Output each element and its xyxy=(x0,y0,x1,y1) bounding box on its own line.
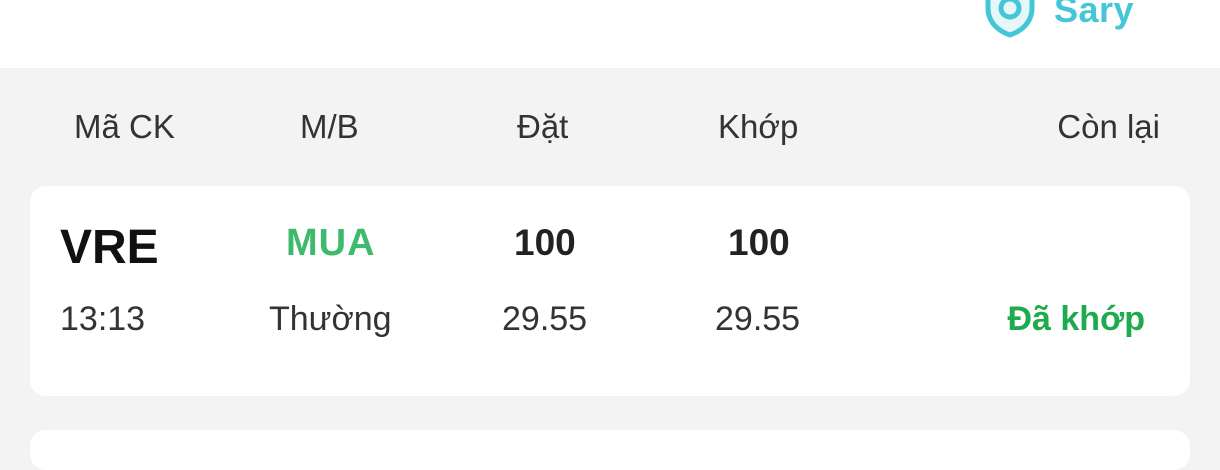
column-header-side: M/B xyxy=(300,108,359,145)
order-matched-price: 29.55 xyxy=(715,300,801,338)
order-time: 13:13 xyxy=(60,300,146,338)
order-ordered-price: 29.55 xyxy=(502,300,588,338)
order-matched-quantity: 100 xyxy=(728,222,790,263)
brand-name: Sary xyxy=(1054,0,1135,30)
order-type: Thường xyxy=(269,300,392,338)
brand-logo[interactable]: Sary xyxy=(980,0,1134,38)
order-status: Đã khớp xyxy=(1007,300,1145,338)
order-card-next[interactable] xyxy=(30,430,1190,470)
column-header-symbol: Mã CK xyxy=(74,108,175,145)
shield-icon xyxy=(985,0,1035,38)
column-header-remaining: Còn lại xyxy=(1057,108,1160,145)
order-card[interactable]: VRE MUA 100 100 13:13 Thường 29.55 29.55… xyxy=(30,186,1190,396)
column-header-ordered: Đặt xyxy=(517,108,569,145)
order-table-header: Mã CK M/B Đặt Khớp Còn lại xyxy=(0,100,1220,160)
order-side-badge: MUA xyxy=(286,222,376,264)
column-header-matched: Khớp xyxy=(718,108,799,145)
order-symbol: VRE xyxy=(60,221,159,274)
order-ordered-quantity: 100 xyxy=(514,222,576,263)
top-bar: Sary xyxy=(0,0,1220,68)
